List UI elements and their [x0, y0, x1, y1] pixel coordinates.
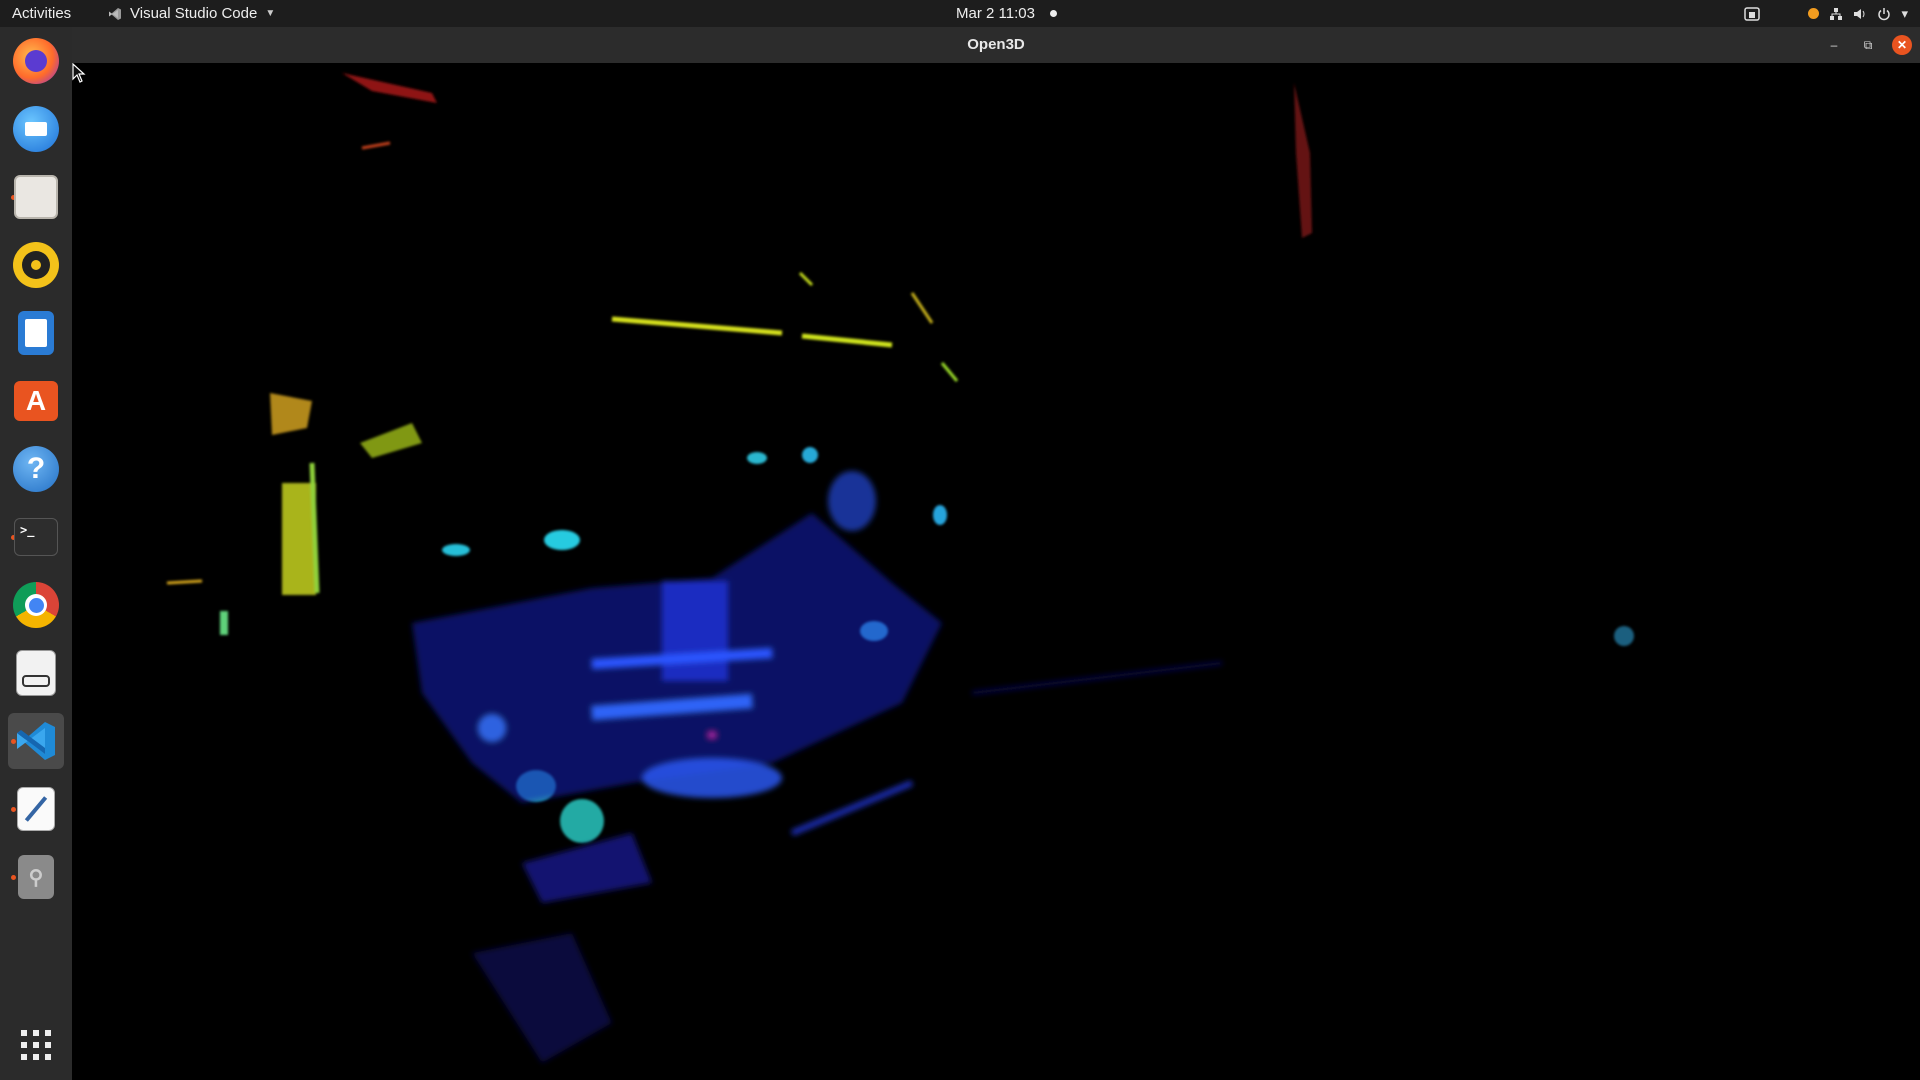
dock-item-vscode[interactable] — [8, 713, 64, 769]
point-cloud-points — [166, 73, 1634, 843]
app-menu-label: Visual Studio Code — [130, 5, 258, 22]
dock-item-thunderbird[interactable] — [8, 101, 64, 157]
maximize-button[interactable]: ⧉ — [1858, 35, 1878, 55]
usb-icon: ⚲ — [18, 855, 54, 899]
running-indicator-icon — [11, 739, 16, 744]
dock-item-firefox[interactable] — [8, 33, 64, 89]
running-indicator-icon — [11, 875, 16, 880]
power-icon[interactable] — [1877, 7, 1891, 21]
dock-item-document-viewer[interactable] — [8, 645, 64, 701]
chevron-down-icon: ▼ — [265, 8, 276, 19]
restore-icon: ⧉ — [1863, 37, 1873, 52]
chevron-down-icon[interactable]: ▾ — [1901, 6, 1908, 22]
minimize-button[interactable]: – — [1824, 35, 1844, 55]
dock: A ? >_ ⚲ — [0, 27, 73, 1080]
files-icon — [14, 175, 58, 219]
minimize-icon: – — [1830, 38, 1838, 52]
dock-item-files[interactable] — [8, 169, 64, 225]
writer-icon — [18, 311, 54, 355]
thunderbird-icon — [13, 106, 59, 152]
rhythmbox-icon — [13, 242, 59, 288]
document-viewer-icon — [16, 650, 56, 696]
text-editor-icon — [17, 787, 55, 831]
notification-dot-icon — [1050, 10, 1057, 17]
point-cloud-blue-cluster — [412, 471, 1223, 1063]
dock-item-terminal[interactable]: >_ — [8, 509, 64, 565]
firefox-icon — [13, 38, 59, 84]
network-icon[interactable] — [1829, 7, 1843, 21]
vscode-icon — [17, 722, 55, 760]
dock-item-writer[interactable] — [8, 305, 64, 361]
point-cloud-render — [166, 73, 1634, 1063]
system-tray[interactable]: ▾ — [1744, 0, 1908, 27]
clock[interactable]: Mar 2 11:03 — [956, 0, 1035, 27]
point-cloud-viewport[interactable] — [72, 63, 1920, 1080]
top-bar: Activities Visual Studio Code ▼ Mar 2 11… — [0, 0, 1920, 27]
window-titlebar[interactable]: Open3D – ⧉ ✕ — [72, 27, 1920, 64]
mouse-cursor-icon — [72, 63, 86, 83]
dock-item-usb[interactable]: ⚲ — [8, 849, 64, 905]
show-applications-button[interactable] — [8, 1017, 64, 1073]
chrome-icon — [13, 582, 59, 628]
open3d-window: Open3D – ⧉ ✕ — [72, 27, 1920, 1080]
dock-item-chrome[interactable] — [8, 577, 64, 633]
close-icon: ✕ — [1896, 38, 1908, 52]
update-indicator-icon[interactable] — [1808, 8, 1820, 19]
software-store-icon: A — [14, 381, 58, 421]
volume-icon[interactable] — [1853, 7, 1867, 21]
window-title: Open3D — [967, 36, 1025, 53]
vscode-icon — [109, 7, 121, 20]
running-indicator-icon — [11, 807, 16, 812]
dock-item-rhythmbox[interactable] — [8, 237, 64, 293]
screen-share-icon[interactable] — [1744, 6, 1761, 22]
activities-button[interactable]: Activities — [12, 0, 71, 27]
dock-item-ubuntu-software[interactable]: A — [8, 373, 64, 429]
help-icon: ? — [13, 446, 59, 492]
app-menu[interactable]: Visual Studio Code ▼ — [108, 0, 275, 27]
terminal-icon: >_ — [14, 518, 58, 556]
dock-item-help[interactable]: ? — [8, 441, 64, 497]
app-grid-icon — [21, 1030, 51, 1060]
close-button[interactable]: ✕ — [1892, 35, 1912, 55]
dock-item-text-editor[interactable] — [8, 781, 64, 837]
